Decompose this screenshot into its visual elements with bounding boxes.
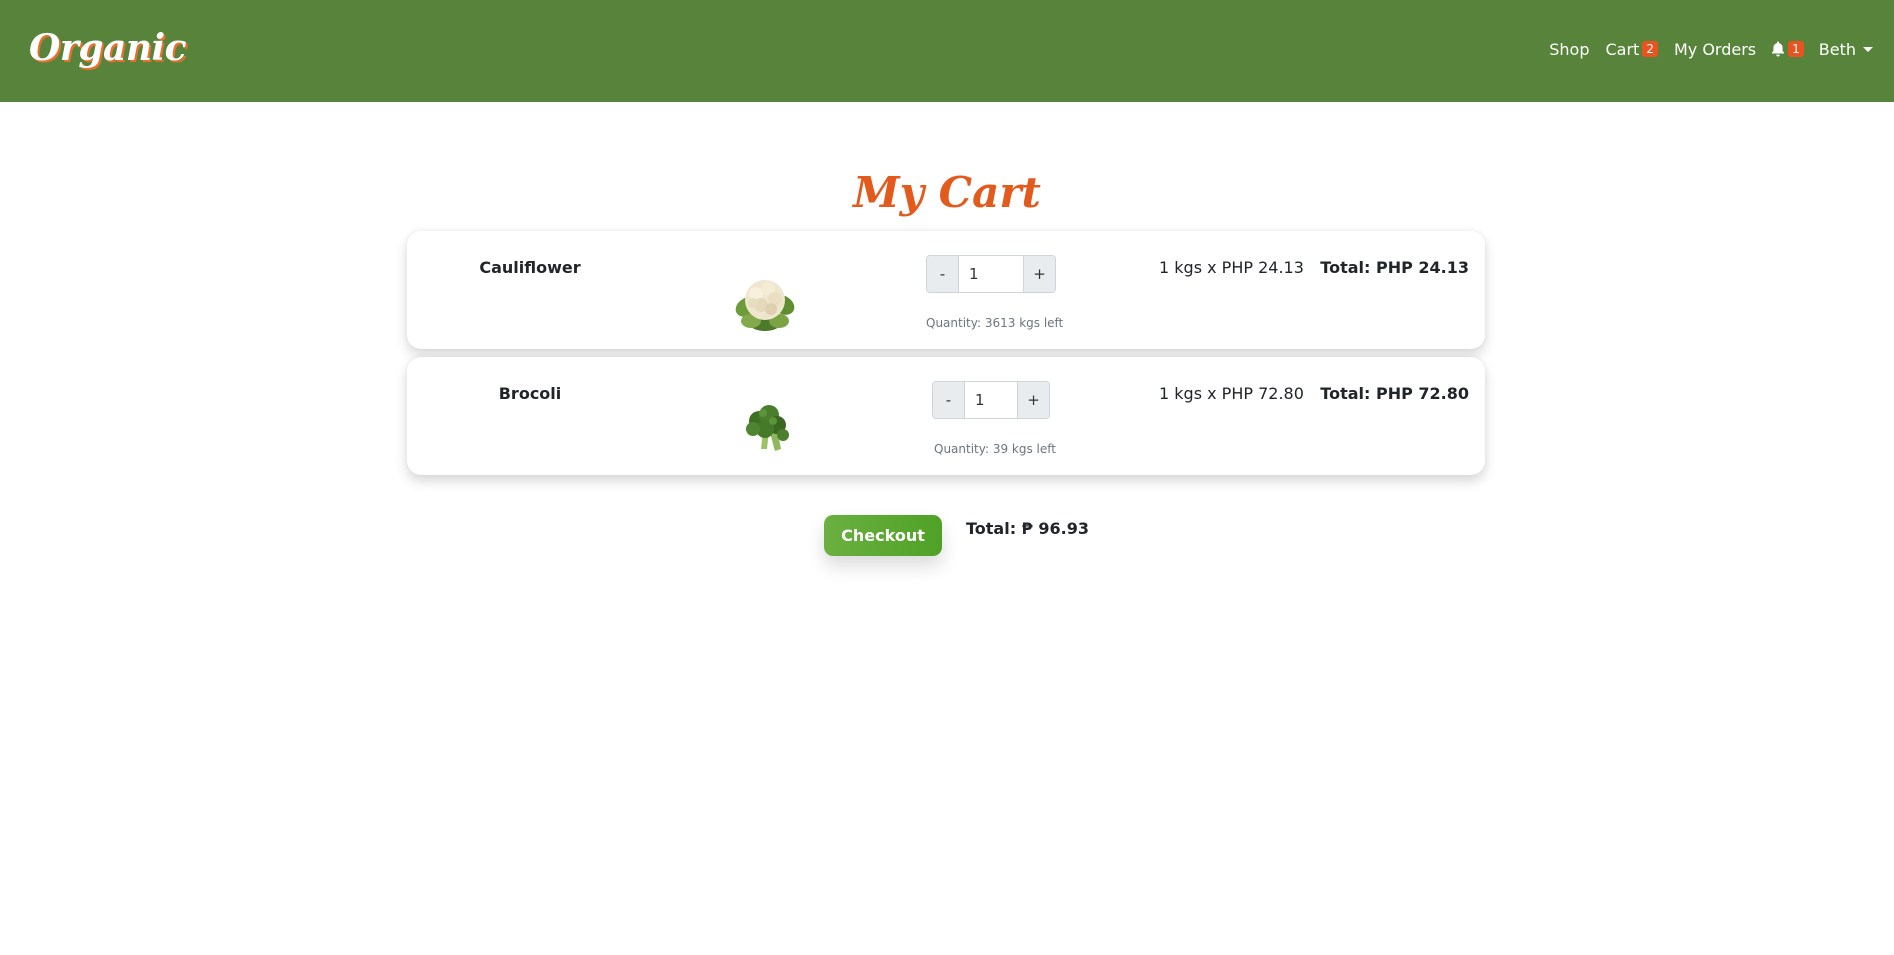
user-menu-dropdown[interactable]: Beth	[1819, 40, 1873, 59]
stock-remaining-note: Quantity: 39 kgs left	[934, 442, 1056, 456]
notifications-button[interactable]: 1	[1771, 41, 1804, 57]
cart-grand-total: Total: ₱ 96.93	[966, 519, 1089, 538]
quantity-stepper: - +	[932, 381, 1050, 419]
cart-item: Cauliflower - + Quantity: 3613 kgs left …	[407, 231, 1485, 349]
page-title: My Cart	[853, 168, 1041, 217]
nav-shop-link[interactable]: Shop	[1549, 40, 1589, 59]
nav-cart-link[interactable]: Cart 2	[1605, 39, 1658, 59]
nav-cart-label: Cart	[1605, 39, 1640, 59]
user-name: Beth	[1818, 39, 1856, 59]
unit-price: 1 kgs x PHP 24.13	[1159, 258, 1304, 277]
quantity-input[interactable]	[965, 382, 1017, 418]
cauliflower-image	[725, 265, 805, 335]
cart-item: Brocoli - + Quantity: 39 kgs left 1 kgs …	[407, 357, 1485, 475]
decrease-quantity-button[interactable]: -	[927, 256, 959, 292]
brand-logo[interactable]: Organic	[29, 27, 187, 69]
nav-menu: Shop Cart 2 My Orders 1 Beth	[1549, 37, 1873, 61]
stock-remaining-note: Quantity: 3613 kgs left	[926, 316, 1064, 330]
item-name: Cauliflower	[479, 258, 581, 277]
item-name: Brocoli	[498, 384, 562, 403]
checkout-button[interactable]: Checkout	[824, 515, 942, 556]
top-navbar: Organic Shop Cart 2 My Orders 1 Beth	[0, 0, 1894, 102]
cart-count-badge: 2	[1642, 41, 1658, 57]
notification-count-badge: 1	[1788, 41, 1804, 57]
nav-my-orders-link[interactable]: My Orders	[1674, 40, 1756, 59]
bell-icon	[1771, 41, 1785, 57]
line-total: Total: PHP 24.13	[1320, 258, 1469, 277]
quantity-input[interactable]	[959, 256, 1023, 292]
quantity-stepper: - +	[926, 255, 1056, 293]
unit-price: 1 kgs x PHP 72.80	[1159, 384, 1304, 403]
increase-quantity-button[interactable]: +	[1017, 382, 1049, 418]
increase-quantity-button[interactable]: +	[1023, 256, 1055, 292]
decrease-quantity-button[interactable]: -	[933, 382, 965, 418]
line-total: Total: PHP 72.80	[1320, 384, 1469, 403]
chevron-down-icon	[1863, 46, 1873, 52]
broccoli-image	[725, 391, 805, 461]
